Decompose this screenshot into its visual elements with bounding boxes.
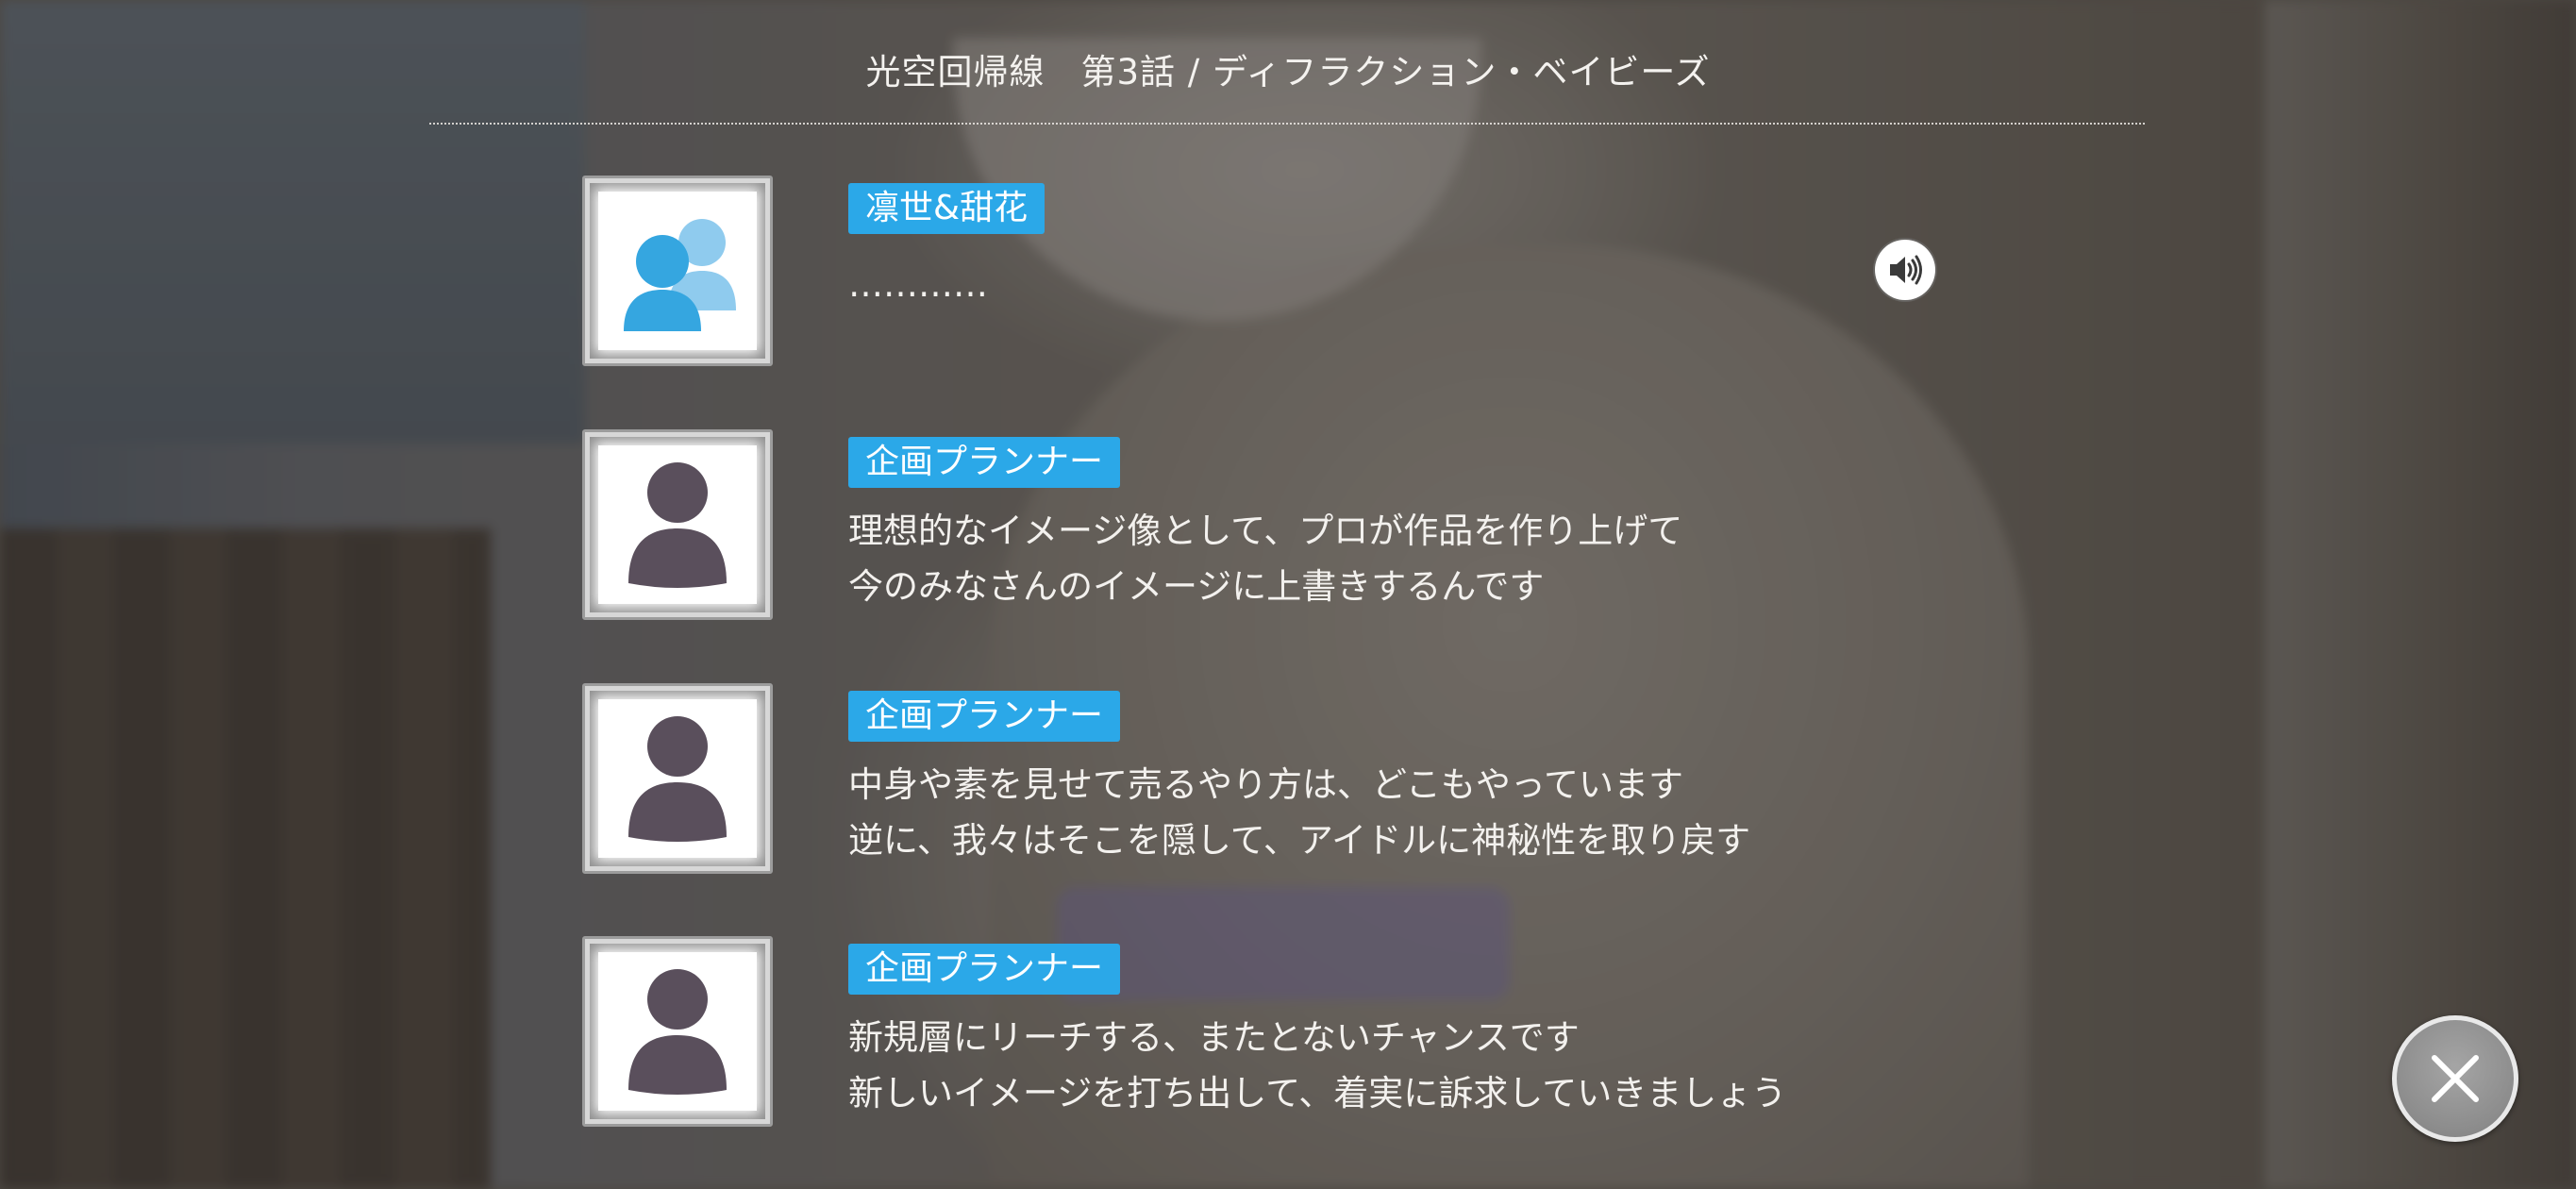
dialogue-line: 今のみなさんのイメージに上書きするんです: [848, 566, 1545, 607]
title-divider: [429, 123, 2145, 125]
dialogue-text: 中身や素を見せて売るやり方は、どこもやっています 逆に、我々はそこを隠して、アイ…: [848, 757, 1750, 868]
backlog-screen: 光空回帰線 第3話 / ディフラクション・ベイビーズ 凛世&甜花 ………… 企画…: [0, 0, 2576, 1189]
dialogue-line: 逆に、我々はそこを隠して、アイドルに神秘性を取り戻す: [848, 820, 1751, 861]
dialogue-line: 中身や素を見せて売るやり方は、どこもやっています: [848, 764, 1684, 805]
dialogue-text: 理想的なイメージ像として、プロが作品を作り上げて 今のみなさんのイメージに上書き…: [848, 503, 1682, 614]
voice-replay-button[interactable]: [1875, 240, 1935, 300]
group-avatar-icon: [624, 219, 736, 331]
dialogue-line: 理想的なイメージ像として、プロが作品を作り上げて: [848, 511, 1683, 551]
dialogue-line: 新しいイメージを打ち出して、着実に訴求していきましょう: [848, 1073, 1787, 1114]
dialogue-line: 新規層にリーチする、またとないチャンスです: [848, 1017, 1580, 1058]
speaker-avatar: [582, 936, 773, 1127]
log-entry: 企画プランナー 中身や素を見せて売るやり方は、どこもやっています 逆に、我々はそ…: [582, 683, 1998, 877]
person-avatar-icon: [628, 462, 727, 588]
dialogue-text: …………: [848, 257, 988, 312]
speaker-name-badge: 企画プランナー: [848, 944, 1121, 995]
person-avatar-icon: [628, 969, 727, 1095]
speaker-avatar: [582, 429, 773, 620]
log-entry: 企画プランナー 新規層にリーチする、またとないチャンスです 新しいイメージを打ち…: [582, 936, 1998, 1130]
episode-title: 光空回帰線 第3話 / ディフラクション・ベイビーズ: [865, 52, 1711, 92]
speaker-name-badge: 企画プランナー: [848, 437, 1121, 488]
person-avatar-icon: [628, 716, 727, 842]
log-entry: 企画プランナー 理想的なイメージ像として、プロが作品を作り上げて 今のみなさんの…: [582, 429, 1998, 623]
speaker-name-badge: 企画プランナー: [848, 691, 1121, 742]
close-button[interactable]: [2392, 1015, 2518, 1142]
close-icon: [2432, 1055, 2479, 1102]
speaker-name-badge: 凛世&甜花: [848, 183, 1045, 234]
speaker-avatar: [582, 683, 773, 874]
speaker-avatar: [582, 176, 773, 366]
dialogue-line: …………: [848, 264, 988, 305]
log-entry: 凛世&甜花 …………: [582, 176, 1998, 369]
dialogue-text: 新規層にリーチする、またとないチャンスです 新しいイメージを打ち出して、着実に訴…: [848, 1010, 1786, 1121]
speaker-icon: [1890, 255, 1922, 285]
